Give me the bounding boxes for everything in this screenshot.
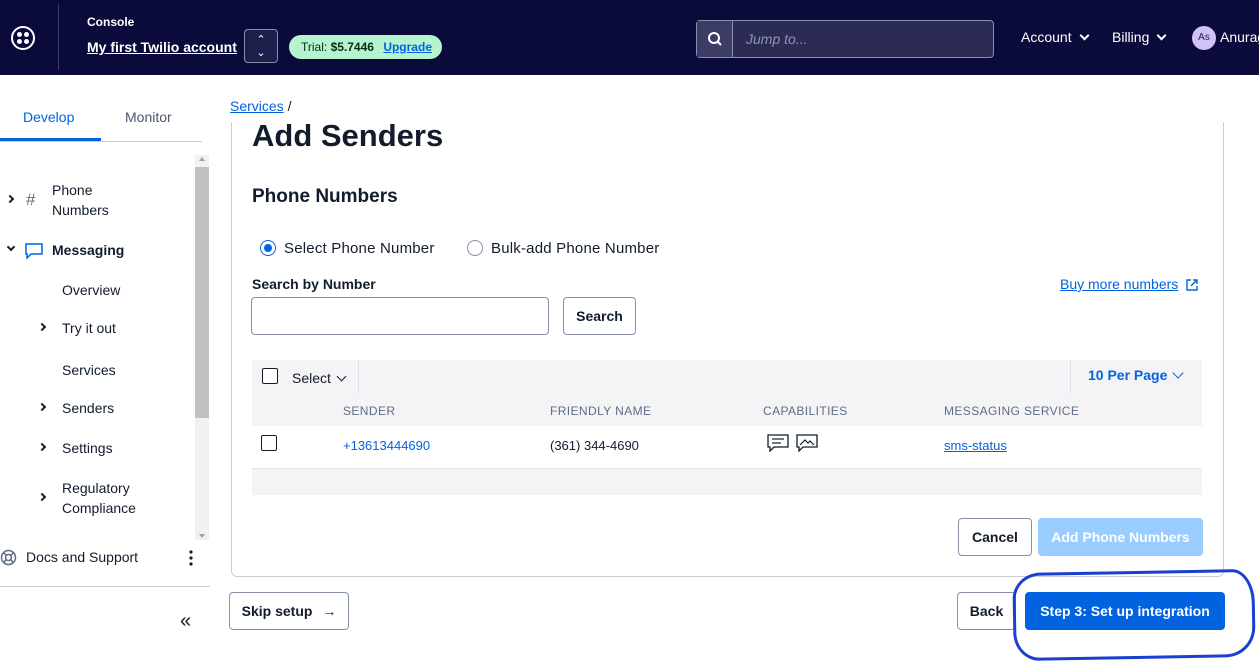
sidebar-item-regulatory-compliance[interactable]: Regulatory Compliance [62, 478, 136, 518]
select-dropdown-label: Select [292, 370, 331, 386]
lifebuoy-icon [0, 549, 17, 566]
sms-icon [767, 434, 789, 452]
sidebar: Develop Monitor # Phone Numbers Messagin… [0, 75, 210, 635]
chevron-down-icon [1156, 30, 1167, 41]
chevron-down-icon [336, 371, 347, 382]
page-title: Add Senders [252, 118, 444, 153]
messaging-service-link[interactable]: sms-status [944, 438, 1007, 453]
tab-develop[interactable]: Develop [23, 109, 74, 125]
trial-amount: $5.7446 [330, 40, 374, 54]
add-phone-numbers-button[interactable]: Add Phone Numbers [1038, 518, 1203, 556]
chevron-right-icon [37, 322, 47, 332]
sidebar-item-label: Regulatory [62, 480, 130, 496]
arrow-right-icon: → [322, 603, 337, 619]
sidebar-scrollbar-thumb[interactable] [195, 167, 209, 418]
jump-to-search [696, 20, 994, 58]
sidebar-footer-divider [0, 586, 210, 587]
billing-menu-label: Billing [1112, 29, 1150, 45]
trial-balance-badge: Trial: $5.7446 Upgrade [289, 35, 442, 59]
per-page-dropdown[interactable]: 10 Per Page [1088, 367, 1185, 383]
breadcrumb-services-link[interactable]: Services [230, 98, 284, 114]
account-menu[interactable]: Account [1021, 29, 1090, 45]
column-header-capabilities: CAPABILITIES [763, 404, 848, 418]
account-name-link[interactable]: My first Twilio account [87, 39, 237, 55]
chevron-down-icon [1079, 30, 1090, 41]
cancel-button[interactable]: Cancel [958, 518, 1032, 556]
twilio-logo-icon[interactable] [11, 26, 35, 50]
sidebar-item-try-it-out[interactable]: Try it out [62, 318, 116, 338]
select-phone-number-radio[interactable] [260, 240, 276, 256]
sidebar-item-senders[interactable]: Senders [62, 398, 114, 418]
upgrade-link[interactable]: Upgrade [383, 40, 432, 54]
chevron-right-icon [37, 492, 47, 502]
tab-monitor[interactable]: Monitor [125, 109, 172, 125]
select-phone-number-label[interactable]: Select Phone Number [284, 240, 435, 257]
chevron-right-icon [37, 442, 47, 452]
breadcrumb: Services / [230, 98, 291, 114]
search-button[interactable]: Search [563, 297, 636, 335]
column-header-messaging-service: MESSAGING SERVICE [944, 404, 1080, 418]
avatar[interactable]: As [1192, 26, 1216, 50]
section-title: Phone Numbers [252, 186, 398, 207]
chevron-right-icon [5, 194, 15, 204]
sidebar-item-messaging[interactable]: Messaging [52, 240, 124, 260]
sidebar-item-label: Compliance [62, 500, 136, 516]
skip-setup-button[interactable]: Skip setup → [229, 592, 349, 630]
bulk-add-phone-number-radio[interactable] [467, 240, 483, 256]
select-dropdown[interactable]: Select [292, 370, 347, 386]
search-by-number-label: Search by Number [252, 276, 376, 292]
search-by-number-input[interactable] [251, 297, 549, 335]
select-all-checkbox[interactable] [262, 368, 278, 384]
more-vertical-icon[interactable] [188, 549, 194, 567]
billing-menu[interactable]: Billing [1112, 29, 1167, 45]
tabs-divider [0, 141, 202, 142]
docs-and-support-link[interactable]: Docs and Support [26, 547, 138, 567]
jump-to-input[interactable] [734, 21, 992, 57]
friendly-name: (361) 344-4690 [550, 438, 639, 453]
sidebar-item-label: Phone [52, 182, 93, 198]
chevron-right-icon [37, 402, 47, 412]
column-header-sender: SENDER [343, 404, 396, 418]
user-name[interactable]: Anurag [1220, 29, 1259, 45]
scroll-down-arrow-icon[interactable] [199, 534, 205, 538]
external-link-icon[interactable] [1186, 279, 1198, 291]
collapse-sidebar-icon[interactable]: « [180, 610, 191, 633]
account-menu-label: Account [1021, 29, 1072, 45]
search-icon[interactable] [697, 21, 733, 57]
chevron-down-icon: ⌄ [256, 47, 266, 59]
row-checkbox[interactable] [261, 435, 277, 451]
sidebar-item-label: Numbers [52, 202, 109, 218]
sender-number[interactable]: +13613444690 [343, 438, 430, 453]
chevron-down-icon [6, 242, 16, 252]
sidebar-item-settings[interactable]: Settings [62, 438, 113, 458]
sidebar-item-overview[interactable]: Overview [62, 280, 120, 300]
trial-label: Trial: [301, 40, 328, 54]
chat-icon [25, 243, 43, 259]
per-page-label: 10 Per Page [1088, 367, 1168, 383]
back-button[interactable]: Back [957, 592, 1016, 630]
table-footer [252, 469, 1202, 495]
toolbar-divider [358, 360, 359, 394]
breadcrumb-separator: / [287, 98, 292, 114]
top-bar: Console My first Twilio account ⌃ ⌄ Tria… [0, 0, 1259, 75]
skip-setup-label: Skip setup [241, 603, 313, 619]
column-header-friendly-name: FRIENDLY NAME [550, 404, 652, 418]
chevron-up-icon: ⌃ [256, 34, 266, 46]
mms-icon [796, 434, 818, 452]
buy-more-numbers-link[interactable]: Buy more numbers [1060, 276, 1178, 292]
account-switcher-button[interactable]: ⌃ ⌄ [244, 29, 278, 63]
chevron-down-icon [1172, 367, 1185, 379]
hash-icon: # [26, 190, 36, 209]
sidebar-item-services[interactable]: Services [62, 360, 116, 380]
bulk-add-phone-number-label[interactable]: Bulk-add Phone Number [491, 240, 659, 257]
topbar-divider [58, 4, 59, 70]
toolbar-divider [1070, 360, 1071, 394]
table-toolbar [252, 360, 1202, 394]
scroll-up-arrow-icon[interactable] [199, 157, 205, 161]
console-label: Console [87, 15, 135, 29]
sidebar-item-phone-numbers[interactable]: Phone Numbers [52, 180, 109, 220]
highlight-annotation [1012, 568, 1256, 661]
